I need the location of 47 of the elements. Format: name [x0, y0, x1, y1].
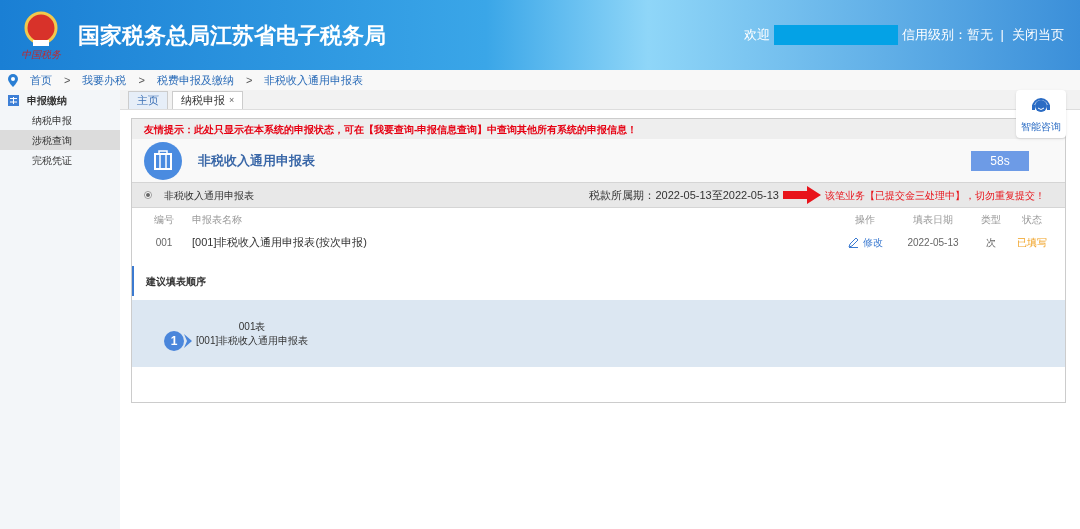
- column-header: 操作: [854, 212, 876, 227]
- period-text: 税款所属期：2022-05-13至2022-05-13: [589, 187, 779, 203]
- tab[interactable]: 主页: [128, 91, 168, 109]
- pencil-icon: [847, 236, 859, 248]
- sidebar-item[interactable]: 涉税查询: [0, 130, 120, 150]
- location-pin-icon: [8, 73, 18, 87]
- close-page-link[interactable]: 关闭当页: [1012, 25, 1064, 45]
- logo-caption: 中国税务: [21, 50, 61, 60]
- tab[interactable]: 纳税申报 ×: [172, 91, 244, 109]
- edit-link[interactable]: 修改: [835, 234, 895, 250]
- sidebar-title: 申报缴纳: [27, 93, 67, 108]
- sidebar-item[interactable]: 完税凭证: [0, 150, 120, 170]
- site-title: 国家税务总局江苏省电子税务局: [78, 21, 386, 50]
- welcome-text: 欢迎: [743, 26, 770, 45]
- assistant-button[interactable]: 智能咨询: [1016, 90, 1066, 138]
- status-text: 已填写: [1016, 235, 1048, 250]
- breadcrumb-link[interactable]: 非税收入通用申报表: [264, 71, 364, 89]
- grid-icon: [8, 94, 19, 106]
- order-title: 建议填表顺序: [146, 274, 206, 289]
- separator-text: |: [1000, 26, 1004, 45]
- chevron-icon: [184, 333, 192, 348]
- sidebar-item[interactable]: 纳税申报: [0, 110, 120, 130]
- breadcrumb-link[interactable]: 我要办税: [82, 71, 127, 89]
- column-header: 状态: [1021, 212, 1043, 227]
- column-header: 填表日期: [912, 212, 954, 227]
- breadcrumb-separator: >: [245, 72, 253, 88]
- column-header: 编号: [153, 212, 175, 227]
- table-cell-text: 次: [985, 235, 997, 250]
- form-title: 非税收入通用申报表: [198, 151, 315, 170]
- column-header: 申报表名称: [192, 212, 243, 227]
- close-icon[interactable]: ×: [229, 93, 235, 108]
- table-cell-text: 2022-05-13: [906, 235, 960, 250]
- breadcrumb-link[interactable]: 首页: [30, 71, 52, 89]
- table-cell-text: 001: [154, 235, 174, 250]
- radio-button[interactable]: [144, 191, 152, 199]
- warning-text: 该笔业务【已提交金三处理中】，切勿重复提交！: [825, 188, 1045, 203]
- credit-text: 信用级别：暂无: [901, 26, 993, 45]
- breadcrumb-separator: >: [64, 72, 71, 88]
- section-name: 非税收入通用申报表: [164, 188, 254, 203]
- column-header: 类型: [980, 212, 1002, 227]
- step-code: 001表: [238, 319, 266, 334]
- breadcrumb-link[interactable]: 税费申报及缴纳: [156, 71, 234, 89]
- step-name: [001]非税收入通用申报表: [196, 333, 309, 348]
- breadcrumb-separator: >: [138, 72, 145, 88]
- arrow-icon: [783, 186, 821, 204]
- table-cell-text: [001]非税收入通用申报表(按次申报): [192, 234, 368, 250]
- timer-badge: 58s: [971, 150, 1029, 171]
